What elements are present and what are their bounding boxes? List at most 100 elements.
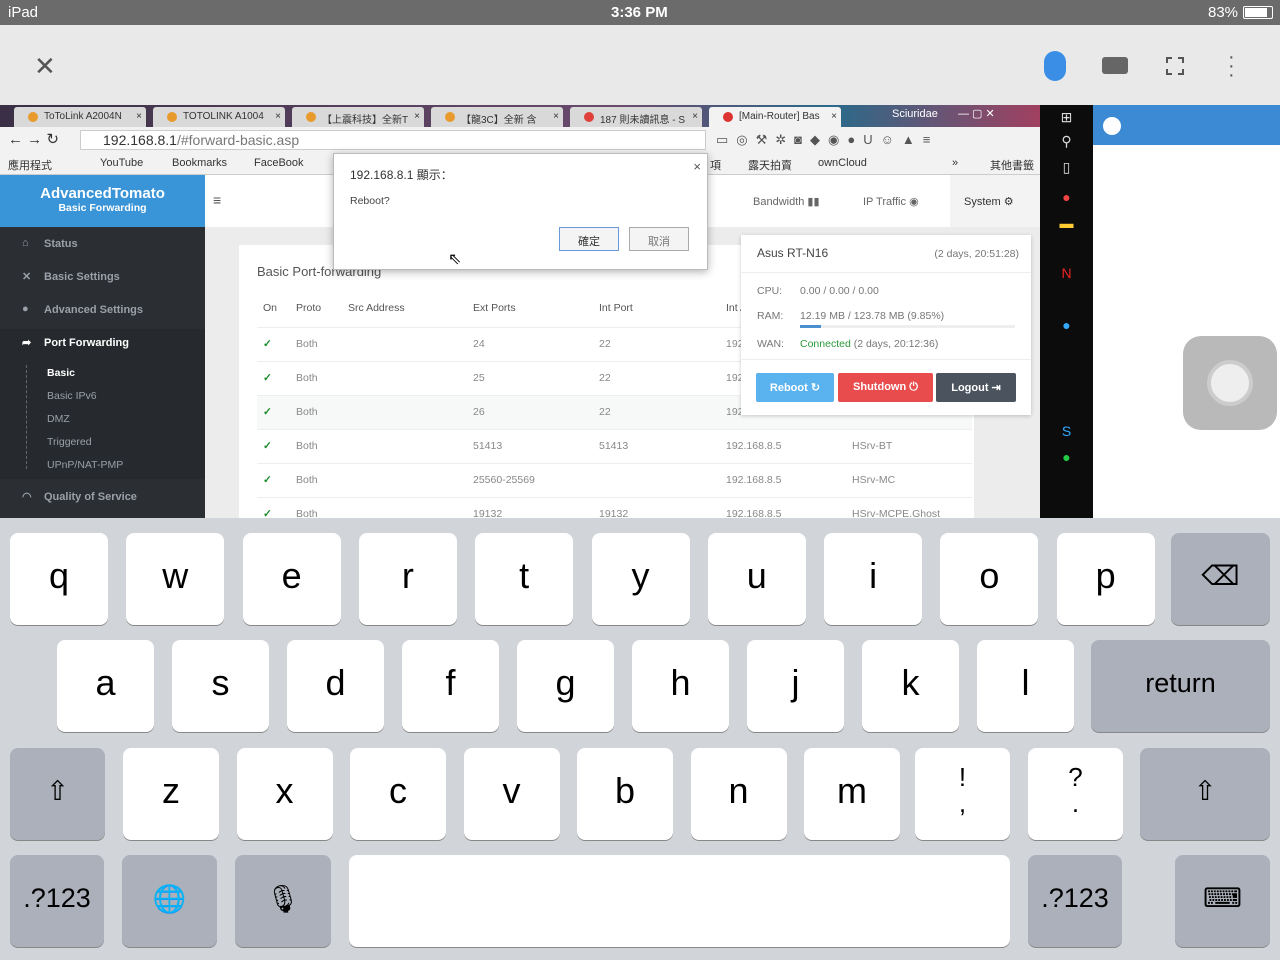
- remote-desktop[interactable]: ToToLink A2004N × TOTOLINK A1004 × 【上震科技】全…: [0, 105, 1280, 518]
- start-icon[interactable]: ⊞: [1040, 109, 1093, 126]
- bookmark-item[interactable]: 項: [710, 157, 721, 173]
- key-m[interactable]: m: [804, 748, 900, 840]
- key-f[interactable]: f: [402, 640, 499, 732]
- table-row[interactable]: ✓ Both 19132 19132 192.168.8.5 HSrv-MCPE.Ghos…: [257, 497, 972, 518]
- browser-tab[interactable]: 【龍3C】全新 含 ×: [431, 107, 563, 127]
- subnav-dmz[interactable]: DMZ: [47, 413, 70, 425]
- key-c[interactable]: c: [350, 748, 446, 840]
- numbers-key-left[interactable]: .?123: [10, 855, 104, 947]
- cell-proto: Both: [296, 474, 318, 486]
- key-i[interactable]: i: [824, 533, 923, 625]
- subnav-upnp[interactable]: UPnP/NAT-PMP: [47, 459, 123, 471]
- key-o[interactable]: o: [940, 533, 1039, 625]
- logout-button[interactable]: Logout ⇥: [936, 373, 1016, 402]
- nav-system[interactable]: System ⚙: [950, 175, 1040, 227]
- close-button[interactable]: ✕: [34, 51, 56, 82]
- space-key[interactable]: [349, 855, 1010, 947]
- key-exclaim-comma[interactable]: ! ,: [915, 748, 1010, 840]
- dialog-ok-button[interactable]: 確定: [559, 227, 619, 251]
- sidebar-item-status[interactable]: ⌂ Status: [0, 230, 205, 260]
- key-h[interactable]: h: [632, 640, 729, 732]
- browser-tab[interactable]: 187 則未讀訊息 - S ×: [570, 107, 702, 127]
- sidebar-item-advanced-settings[interactable]: ● Advanced Settings: [0, 296, 205, 326]
- ram-value: 12.19 MB / 123.78 MB (9.85%): [800, 310, 945, 322]
- bookmark-bookmarks[interactable]: Bookmarks: [172, 157, 227, 169]
- home-icon: ⌂: [22, 237, 29, 249]
- spotify-icon[interactable]: ●: [1040, 449, 1093, 465]
- key-g[interactable]: g: [517, 640, 614, 732]
- globe-key[interactable]: 🌐: [122, 855, 217, 947]
- bookmark-apps[interactable]: 應用程式: [8, 157, 52, 173]
- key-question-period[interactable]: ? .: [1028, 748, 1123, 840]
- more-menu-icon[interactable]: · · ·: [1228, 47, 1235, 85]
- key-y[interactable]: y: [591, 533, 690, 625]
- key-k[interactable]: k: [862, 640, 959, 732]
- key-a[interactable]: a: [57, 640, 154, 732]
- key-d[interactable]: d: [287, 640, 384, 732]
- browser-tab-active[interactable]: [Main-Router] Bas ×: [709, 107, 841, 127]
- url-input[interactable]: 192.168.8.1/#forward-basic.asp: [80, 130, 706, 150]
- bookmark-owncloud[interactable]: ownCloud: [818, 157, 867, 169]
- bookmark-other[interactable]: 其他書籤: [990, 157, 1034, 173]
- browser-tab[interactable]: 【上震科技】全新T ×: [292, 107, 424, 127]
- skype-icon[interactable]: S: [1040, 423, 1093, 439]
- hide-keyboard-key[interactable]: ⌨: [1175, 855, 1270, 947]
- dialog-close-button[interactable]: ×: [693, 159, 701, 174]
- key-n[interactable]: n: [690, 748, 787, 840]
- subnav-basic[interactable]: Basic: [47, 367, 75, 379]
- table-row[interactable]: ✓ Both 51413 51413 192.168.8.5 HSrv-BT: [257, 429, 972, 463]
- key-p[interactable]: p: [1056, 533, 1155, 625]
- bookmark-youtube[interactable]: YouTube: [100, 157, 143, 169]
- key-u[interactable]: u: [707, 533, 806, 625]
- key-e[interactable]: e: [242, 533, 341, 625]
- keyboard-icon[interactable]: [1102, 57, 1128, 74]
- key-z[interactable]: z: [123, 748, 219, 840]
- key-b[interactable]: b: [577, 748, 673, 840]
- explorer-icon[interactable]: ▬: [1040, 215, 1093, 231]
- key-w[interactable]: w: [126, 533, 225, 625]
- key-j[interactable]: j: [747, 640, 844, 732]
- bookmark-facebook[interactable]: FaceBook: [254, 157, 304, 169]
- table-row[interactable]: ✓ Both 25560-25569 192.168.8.5 HSrv-MC: [257, 463, 972, 497]
- key-v[interactable]: v: [463, 748, 560, 840]
- window-controls[interactable]: — ▢ ✕: [958, 107, 995, 120]
- subnav-triggered[interactable]: Triggered: [47, 436, 92, 448]
- key-x[interactable]: x: [236, 748, 333, 840]
- search-icon[interactable]: ⚲: [1040, 133, 1093, 150]
- mouse-icon[interactable]: [1044, 51, 1066, 81]
- return-key[interactable]: return: [1091, 640, 1270, 732]
- bookmark-ruten[interactable]: 露天拍賣: [748, 157, 792, 173]
- key-t[interactable]: t: [475, 533, 574, 625]
- reboot-button[interactable]: Reboot ↻: [756, 373, 834, 402]
- nav-bandwidth[interactable]: Bandwidth ▮▮: [753, 195, 820, 208]
- task-view-icon[interactable]: ▯: [1040, 159, 1093, 176]
- shift-key-right[interactable]: ⇧: [1140, 748, 1270, 840]
- browser-tab[interactable]: ToToLink A2004N ×: [14, 107, 146, 127]
- sidebar-item-basic-settings[interactable]: ✕ Basic Settings: [0, 263, 205, 293]
- nav-buttons[interactable]: ← → ↻: [8, 130, 59, 148]
- dialog-cancel-button[interactable]: 取消: [629, 227, 689, 251]
- backspace-key[interactable]: ⌫: [1171, 533, 1270, 625]
- key-s[interactable]: s: [172, 640, 269, 732]
- key-q[interactable]: q: [10, 533, 108, 625]
- router-sidebar: AdvancedTomato Basic Forwarding ⌂ Status …: [0, 175, 205, 518]
- microphone-key[interactable]: 🎙: [235, 855, 331, 947]
- telegram-icon[interactable]: ●: [1040, 317, 1093, 333]
- subnav-basic-ipv6[interactable]: Basic IPv6: [47, 390, 97, 402]
- nav-ip-traffic[interactable]: IP Traffic ◉: [863, 195, 919, 208]
- browser-tab[interactable]: TOTOLINK A1004 ×: [153, 107, 285, 127]
- assistive-touch-button[interactable]: [1183, 336, 1277, 430]
- shutdown-button[interactable]: Shutdown ⏻: [838, 373, 933, 402]
- extension-icons[interactable]: ▭◎⚒✲◙◆◉●U☺▲≡: [716, 132, 938, 148]
- fullscreen-icon[interactable]: [1166, 57, 1184, 75]
- app-icon[interactable]: N: [1040, 265, 1093, 281]
- key-r[interactable]: r: [358, 533, 457, 625]
- shift-key-left[interactable]: ⇧: [10, 748, 105, 840]
- bookmarks-overflow[interactable]: »: [952, 157, 958, 169]
- numbers-key-right[interactable]: .?123: [1028, 855, 1122, 947]
- menu-toggle-icon[interactable]: ≡: [213, 192, 221, 208]
- key-l[interactable]: l: [977, 640, 1074, 732]
- chrome-icon[interactable]: ●: [1040, 189, 1093, 205]
- sidebar-item-port-forwarding[interactable]: ➦ Port Forwarding: [0, 329, 205, 479]
- sidebar-item-qos[interactable]: ◠ Quality of Service: [0, 483, 205, 513]
